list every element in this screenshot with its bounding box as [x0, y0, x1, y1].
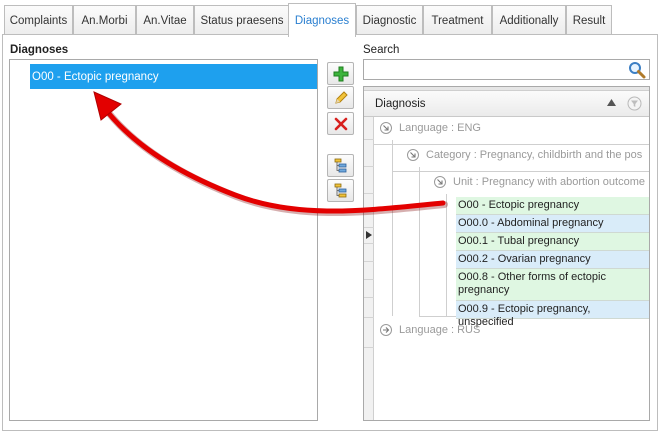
diagnoses-label: Diagnoses: [10, 44, 69, 56]
add-button[interactable]: [327, 62, 354, 85]
row-indicator-column: [364, 117, 374, 420]
tab-result[interactable]: Result: [566, 5, 612, 36]
collapse-all-button[interactable]: [327, 179, 354, 202]
tree-collapse-icon: [334, 183, 346, 197]
group-row-language-eng[interactable]: Language : ENG: [380, 122, 481, 134]
group-label: Unit : Pregnancy with abortion outcome: [453, 176, 645, 188]
tab-additionally[interactable]: Additionally: [492, 5, 566, 36]
filter-icon[interactable]: [627, 96, 642, 111]
diagnosis-catalog-grid[interactable]: Diagnosis Language : ENG Category: Preg…: [363, 86, 650, 421]
edit-button[interactable]: [327, 86, 354, 109]
search-input[interactable]: [363, 59, 650, 80]
selected-diagnosis-row[interactable]: O00 - Ectopic pregnancy: [30, 64, 317, 89]
collapse-group-icon[interactable]: [434, 176, 446, 188]
pencil-icon: [334, 90, 348, 104]
tab-bar: Complaints An.Morbi An.Vitae Status prae…: [2, 3, 658, 37]
search-label: Search: [363, 44, 400, 56]
plus-icon: [333, 66, 348, 81]
tab-diagnostic[interactable]: Diagnostic: [356, 5, 423, 36]
sort-ascending-icon[interactable]: [607, 99, 616, 106]
focused-row-indicator-icon: [366, 231, 372, 239]
group-row-language-rus[interactable]: Language : RUS: [380, 324, 480, 336]
group-label: Category : Pregnancy, childbirth and the…: [426, 149, 643, 161]
delete-button[interactable]: [327, 112, 354, 135]
catalog-item-o00-1[interactable]: O00.1 - Tubal pregnancy: [456, 233, 649, 251]
row-indicator: [10, 60, 30, 90]
collapse-group-icon[interactable]: [380, 122, 392, 134]
tab-an-vitae[interactable]: An.Vitae: [136, 5, 194, 36]
column-header-label: Diagnosis: [375, 98, 426, 110]
patient-diagnoses-list[interactable]: O00 - Ectopic pregnancy: [9, 59, 318, 421]
column-header-diagnosis[interactable]: Diagnosis: [364, 91, 649, 117]
delete-x-icon: [334, 117, 347, 130]
catalog-item-o00[interactable]: O00 - Ectopic pregnancy: [456, 197, 649, 215]
catalog-item-o00-8[interactable]: O00.8 - Other forms of ectopic pregnancy: [456, 269, 649, 301]
catalog-item-o00-2[interactable]: O00.2 - Ovarian pregnancy: [456, 251, 649, 269]
catalog-item-o00-9[interactable]: O00.9 - Ectopic pregnancy, unspecified: [456, 301, 649, 328]
tab-status-praesens[interactable]: Status praesens: [194, 5, 290, 36]
expand-group-icon[interactable]: [380, 324, 392, 336]
tab-an-morbi[interactable]: An.Morbi: [73, 5, 136, 36]
catalog-item-o00-0[interactable]: O00.0 - Abdominal pregnancy: [456, 215, 649, 233]
tab-complaints[interactable]: Complaints: [4, 5, 73, 36]
tree-expand-icon: [334, 158, 346, 172]
group-label: Language : RUS: [399, 324, 481, 336]
group-row-category[interactable]: Category : Pregnancy, childbirth and the…: [407, 149, 642, 161]
expand-all-button[interactable]: [327, 154, 354, 177]
tab-treatment[interactable]: Treatment: [423, 5, 492, 36]
group-label: Language : ENG: [399, 122, 481, 134]
magnifier-icon[interactable]: [627, 60, 647, 80]
group-row-unit[interactable]: Unit : Pregnancy with abortion outcome: [434, 176, 645, 188]
tab-diagnoses[interactable]: Diagnoses: [288, 3, 356, 37]
collapse-group-icon[interactable]: [407, 149, 419, 161]
